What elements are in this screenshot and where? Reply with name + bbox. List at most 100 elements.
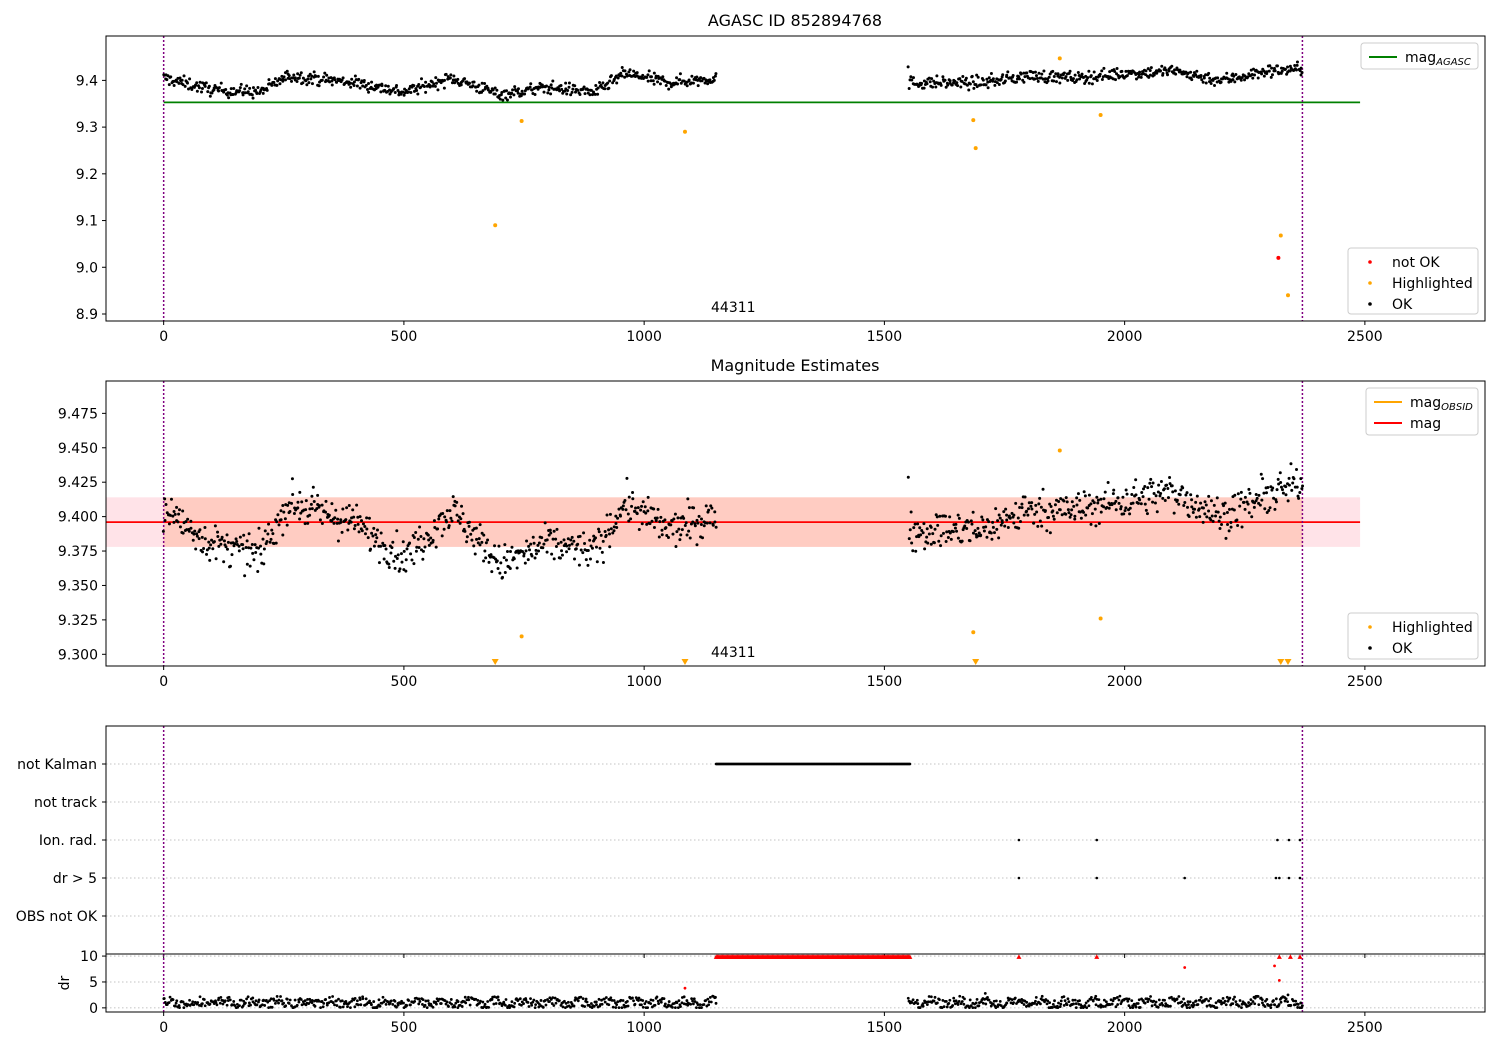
ok-point (1148, 481, 1152, 485)
ok-point (656, 80, 660, 84)
ok-point (531, 535, 535, 539)
ok-point (238, 535, 242, 539)
ok-point (490, 570, 494, 574)
dr-point (346, 1005, 349, 1008)
dr-point (1059, 1002, 1063, 1006)
ok-point (672, 517, 676, 521)
ok-point (581, 551, 585, 555)
ok-point (191, 538, 195, 542)
y-tick-label: 0 (89, 1001, 98, 1017)
ok-point (357, 77, 361, 81)
ok-point (1005, 513, 1009, 517)
dr-point (1157, 998, 1161, 1002)
dr-point (257, 998, 261, 1002)
ok-point (1204, 81, 1208, 85)
ok-point (1266, 485, 1270, 489)
ok-point (909, 510, 913, 514)
ok-point (369, 547, 373, 551)
ok-point (1033, 70, 1037, 74)
dr-point (1182, 997, 1185, 1001)
ok-point (927, 532, 931, 536)
ok-point (475, 537, 479, 541)
dr-point (1118, 994, 1122, 998)
ok-point (537, 549, 541, 553)
ok-point (292, 511, 296, 515)
ok-point (953, 526, 957, 530)
ok-point (1225, 510, 1229, 514)
ok-point (1128, 506, 1132, 510)
ok-point (477, 83, 481, 87)
ok-point (998, 516, 1002, 520)
ok-point (1019, 72, 1023, 76)
dr-point (671, 1005, 674, 1009)
ok-point (393, 566, 397, 570)
ok-point (1149, 477, 1153, 481)
ok-point (434, 545, 438, 549)
ok-point (178, 76, 182, 80)
dr-point (925, 1003, 929, 1006)
ok-point (714, 72, 718, 76)
ok-point (317, 84, 321, 88)
ok-point (414, 530, 418, 534)
ok-point (1242, 500, 1246, 504)
ok-point (265, 88, 269, 92)
ok-point (928, 80, 932, 84)
ok-point (922, 522, 926, 526)
ok-point (320, 521, 324, 525)
dr-point (938, 998, 941, 1001)
ok-point (203, 84, 207, 88)
ok-point (1149, 66, 1153, 70)
dr-point (1180, 1000, 1183, 1004)
ok-point (695, 75, 699, 79)
ok-point (1065, 500, 1069, 504)
ok-point (412, 84, 416, 88)
ok-point (1123, 509, 1127, 513)
ok-point (1165, 483, 1169, 487)
ok-point (941, 75, 945, 79)
dr-point (467, 998, 471, 1002)
ok-point (692, 506, 696, 510)
ok-point (1089, 522, 1093, 526)
ok-point (163, 519, 167, 523)
ok-point (224, 545, 228, 549)
ok-point (172, 520, 176, 524)
ok-point (443, 515, 447, 519)
dr-point (552, 1004, 556, 1007)
ok-point (1190, 78, 1194, 82)
dr-outlier-point (683, 986, 687, 990)
x-tick-label: 1000 (626, 674, 662, 690)
ok-point (1124, 506, 1128, 510)
dr-point (255, 1003, 259, 1007)
dr-point (714, 995, 717, 999)
dr-point (689, 1002, 693, 1006)
dr-point (1063, 999, 1067, 1003)
ok-point (529, 542, 533, 546)
dr-point (355, 999, 359, 1003)
ok-point (1218, 515, 1222, 519)
dr-point (963, 997, 966, 1001)
dr-point (530, 1003, 534, 1007)
highlighted-point (519, 119, 524, 124)
ok-point (620, 66, 624, 70)
ok-point (198, 80, 202, 84)
flag-point (1298, 838, 1302, 842)
ok-point (303, 522, 307, 526)
ok-point (349, 520, 353, 524)
ok-point (955, 529, 959, 533)
dr-point (384, 1002, 388, 1006)
ok-point (578, 92, 582, 96)
dr-point (948, 998, 952, 1002)
ok-point (635, 71, 639, 75)
y-tick-label: 9.2 (76, 167, 98, 183)
ok-point (576, 542, 580, 546)
ok-point (676, 516, 680, 520)
ok-point (1121, 495, 1125, 499)
ok-point (217, 544, 221, 548)
x-tick-label: 0 (159, 674, 168, 690)
ok-point (178, 508, 182, 512)
ok-point (475, 89, 479, 93)
ok-point (1055, 511, 1059, 515)
ok-point (906, 475, 910, 479)
ok-point (578, 534, 582, 538)
ok-point (483, 549, 487, 553)
